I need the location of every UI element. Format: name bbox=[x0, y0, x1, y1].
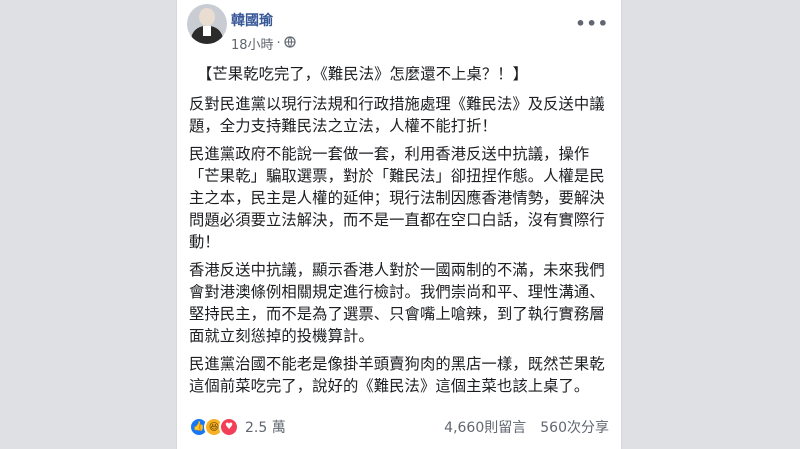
meta-separator: · bbox=[276, 36, 281, 51]
avatar-head-shape bbox=[199, 8, 215, 26]
reaction-count[interactable]: 2.5 萬 bbox=[245, 417, 286, 437]
avatar[interactable] bbox=[187, 4, 227, 44]
post-body: 【芒果乾吃完了，《難民法》怎麼還不上桌？！】 反對民進黨以現行法規和行政措施處理… bbox=[189, 63, 615, 403]
author-name[interactable]: 韓國瑜 bbox=[231, 10, 273, 30]
share-count[interactable]: 560次分享 bbox=[540, 417, 609, 437]
reactions-summary[interactable]: 👍 😆 ♥ 2.5 萬 bbox=[189, 417, 286, 437]
more-options-button[interactable]: ••• bbox=[575, 14, 609, 33]
post-footer: 👍 😆 ♥ 2.5 萬 4,660則留言 560次分享 bbox=[189, 416, 609, 438]
post-paragraph: 反對民進黨以現行法規和行政措施處理《難民法》及反送中議題，全力支持難民法之立法，… bbox=[189, 95, 605, 135]
facebook-post-card: 韓國瑜 18小時 · ••• 【芒果乾吃完了，《難民法》怎麼還不上桌？！】 反對… bbox=[176, 0, 622, 449]
avatar-collar-shape bbox=[203, 26, 211, 36]
globe-icon[interactable] bbox=[284, 36, 296, 51]
love-icon: ♥ bbox=[219, 417, 239, 437]
post-timestamp[interactable]: 18小時 bbox=[231, 34, 274, 53]
post-meta: 18小時 · bbox=[231, 34, 296, 53]
post-paragraph: 民進黨政府不能說一套做一套，利用香港反送中抗議，操作「芒果乾」騙取選票，對於「難… bbox=[189, 145, 605, 251]
post-paragraph: 民進黨治國不能老是像掛羊頭賣狗肉的黑店一樣，既然芒果乾這個前菜吃完了，說好的《難… bbox=[189, 355, 605, 395]
post-headline: 【芒果乾吃完了，《難民法》怎麼還不上桌？！】 bbox=[197, 65, 529, 83]
comment-count[interactable]: 4,660則留言 bbox=[444, 417, 526, 437]
post-paragraph: 香港反送中抗議，顯示香港人對於一國兩制的不滿，未來我們會對港澳條例相關規定進行檢… bbox=[189, 261, 605, 345]
